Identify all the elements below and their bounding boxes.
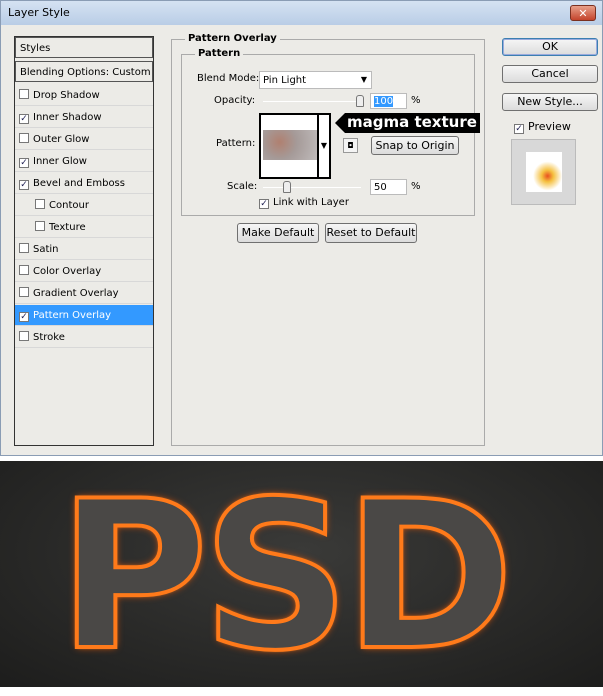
- preview-label: Preview: [528, 120, 571, 133]
- style-item-pattern-overlay[interactable]: ✓ Pattern Overlay: [15, 305, 153, 326]
- opacity-input[interactable]: 100: [370, 93, 407, 109]
- scale-label: Scale:: [227, 181, 258, 192]
- checkbox-icon[interactable]: [19, 287, 29, 297]
- make-default-button[interactable]: Make Default: [237, 223, 319, 243]
- style-item-label: Drop Shadow: [33, 90, 100, 101]
- style-item-texture[interactable]: Texture: [15, 217, 153, 238]
- style-item-inner-shadow[interactable]: ✓ Inner Shadow: [15, 107, 153, 128]
- style-item-contour[interactable]: Contour: [15, 195, 153, 216]
- style-item-label: Styles: [20, 43, 51, 54]
- opacity-value: 100: [374, 96, 394, 107]
- close-icon[interactable]: ✕: [570, 5, 596, 21]
- subgroup-title: Pattern: [195, 48, 244, 59]
- style-item-label: Inner Glow: [33, 156, 87, 167]
- new-preset-icon[interactable]: ◘: [343, 138, 358, 153]
- checkbox-icon[interactable]: [35, 221, 45, 231]
- reset-to-default-button[interactable]: Reset to Default: [325, 223, 417, 243]
- cancel-button[interactable]: Cancel: [502, 65, 598, 83]
- checkbox-icon[interactable]: [19, 243, 29, 253]
- scale-input[interactable]: 50: [370, 179, 407, 195]
- styles-list: Styles Blending Options: Custom Drop Shado…: [14, 36, 154, 446]
- checkbox-icon[interactable]: [19, 133, 29, 143]
- style-item-bevel-and-emboss[interactable]: ✓ Bevel and Emboss: [15, 173, 153, 194]
- style-item-color-overlay[interactable]: Color Overlay: [15, 261, 153, 282]
- style-item-label: Gradient Overlay: [33, 288, 119, 299]
- checkbox-icon[interactable]: ✓: [19, 114, 29, 124]
- result-artwork: PSD: [0, 458, 603, 696]
- checkbox-icon[interactable]: [19, 265, 29, 275]
- checkbox-icon[interactable]: [19, 331, 29, 341]
- style-item-drop-shadow[interactable]: Drop Shadow: [15, 85, 153, 106]
- scale-unit: %: [411, 181, 421, 192]
- scale-slider[interactable]: [263, 187, 361, 188]
- opacity-slider-thumb[interactable]: [356, 95, 364, 107]
- style-item-label: Texture: [49, 222, 86, 233]
- style-item-label: Blending Options: Custom: [20, 67, 151, 78]
- style-item-satin[interactable]: Satin: [15, 239, 153, 260]
- blend-mode-value: Pin Light: [263, 75, 307, 86]
- checkbox-icon[interactable]: ✓: [19, 312, 29, 322]
- link-label: Link with Layer: [273, 197, 349, 208]
- opacity-unit: %: [411, 95, 421, 106]
- checkmark-icon: ✓: [514, 124, 524, 134]
- chevron-down-icon: ▼: [360, 75, 367, 84]
- style-item-label: Bevel and Emboss: [33, 178, 125, 189]
- scale-slider-thumb[interactable]: [283, 181, 291, 193]
- style-item-label: Outer Glow: [33, 134, 90, 145]
- pattern-label: Pattern:: [216, 138, 256, 149]
- preview-thumbnail: [511, 139, 576, 205]
- ok-button[interactable]: OK: [502, 38, 598, 56]
- checkbox-icon[interactable]: [35, 199, 45, 209]
- opacity-label: Opacity:: [214, 95, 256, 106]
- style-item-label: Satin: [33, 244, 59, 255]
- window-title: Layer Style: [8, 6, 70, 19]
- dropdown-arrow-icon[interactable]: ▼: [317, 115, 329, 177]
- snap-to-origin-button[interactable]: Snap to Origin: [371, 136, 459, 155]
- blend-mode-select[interactable]: Pin Light ▼: [259, 71, 372, 89]
- group-title: Pattern Overlay: [185, 33, 280, 44]
- title-bar[interactable]: Layer Style ✕: [1, 1, 602, 25]
- checkbox-icon[interactable]: [19, 89, 29, 99]
- pattern-swatch: [263, 130, 318, 160]
- psd-lava-text: PSD: [56, 458, 516, 696]
- style-item-inner-glow[interactable]: ✓ Inner Glow: [15, 151, 153, 172]
- style-item-styles[interactable]: Styles: [15, 37, 153, 58]
- style-item-stroke[interactable]: Stroke: [15, 327, 153, 348]
- style-item-outer-glow[interactable]: Outer Glow: [15, 129, 153, 150]
- link-with-layer-checkbox[interactable]: ✓ Link with Layer: [259, 197, 349, 209]
- new-style-button[interactable]: New Style...: [502, 93, 598, 111]
- layer-style-dialog: Layer Style ✕ Styles Blending Options: Cu…: [0, 0, 603, 456]
- style-item-gradient-overlay[interactable]: Gradient Overlay: [15, 283, 153, 304]
- style-item-label: Color Overlay: [33, 266, 102, 277]
- style-item-blending-options-custom[interactable]: Blending Options: Custom: [15, 61, 153, 82]
- preview-swatch: [526, 152, 562, 192]
- pattern-callout: magma texture: [335, 113, 480, 133]
- pattern-picker[interactable]: ▼: [259, 113, 331, 179]
- preview-checkbox[interactable]: ✓ Preview: [514, 120, 571, 134]
- style-item-label: Contour: [49, 200, 89, 211]
- blend-mode-label: Blend Mode:: [197, 73, 260, 84]
- opacity-slider[interactable]: [263, 101, 363, 102]
- checkmark-icon: ✓: [259, 199, 269, 209]
- checkbox-icon[interactable]: ✓: [19, 158, 29, 168]
- style-item-label: Inner Shadow: [33, 112, 102, 123]
- checkbox-icon[interactable]: ✓: [19, 180, 29, 190]
- style-item-label: Stroke: [33, 332, 65, 343]
- style-item-label: Pattern Overlay: [33, 310, 112, 321]
